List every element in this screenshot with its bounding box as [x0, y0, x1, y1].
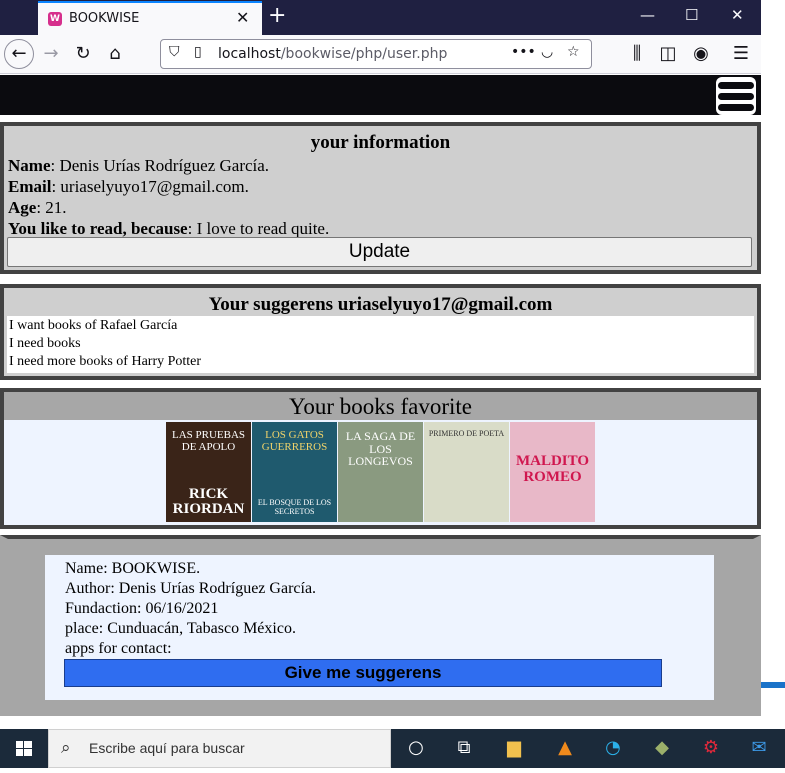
email-value: : uriaselyuyo17@gmail.com. [51, 177, 249, 196]
windows-logo-icon [16, 741, 32, 756]
pocket-icon[interactable]: ◡ [541, 44, 553, 60]
book-subtitle: EL BOSQUE DE LOS SECRETOS [257, 498, 332, 516]
age-value: : 21. [36, 198, 67, 217]
book-title: LAS PRUEBAS DE APOLO [171, 429, 246, 453]
forward-arrow-icon[interactable]: → [39, 42, 63, 66]
web-page: your information Name: Denis Urías Rodrí… [0, 75, 761, 729]
name-value: : Denis Urías Rodríguez García. [50, 156, 270, 175]
site-header [0, 75, 761, 115]
book-title: MALDITO ROMEO [515, 453, 590, 485]
user-information-panel: your information Name: Denis Urías Rodrí… [0, 122, 761, 274]
reason-value: : I love to read quite. [187, 219, 330, 238]
footer-place: place: Cunduacán, Tabasco México. [65, 620, 296, 637]
name-line: Name: Denis Urías Rodríguez García. [8, 156, 269, 176]
footer-apps: apps for contact: [65, 640, 172, 657]
book-author: RICK RIORDAN [172, 485, 245, 518]
back-arrow-icon[interactable]: ← [4, 39, 34, 69]
give-suggestions-button[interactable]: Give me suggerens [64, 659, 662, 687]
app-icon[interactable]: ⚙ [699, 737, 723, 759]
search-placeholder: Escribe aquí para buscar [89, 740, 245, 756]
info-title: your information [310, 132, 451, 153]
footer-name: Name: BOOKWISE. [65, 560, 201, 577]
age-label: Age [8, 198, 37, 217]
url-host: localhost [218, 46, 281, 62]
more-actions-icon[interactable]: ••• [511, 44, 536, 60]
reload-icon[interactable]: ↻ [71, 42, 95, 66]
book-title: PRIMERO DE POETA [428, 429, 505, 438]
game-icon[interactable]: ◆ [650, 737, 674, 759]
sidebar-icon[interactable]: ◫ [656, 42, 680, 66]
list-item: I need more books of Harry Potter [9, 354, 202, 369]
url-bar[interactable]: ⛉ ▯ localhost/bookwise/php/user.php ••• … [160, 39, 592, 69]
start-button[interactable] [0, 729, 48, 768]
favorites-header: Your books favorite [4, 392, 757, 420]
browser-tab-bar: W BOOKWISE ✕ + — ☐ ✕ [0, 0, 761, 35]
reason-label: You like to read, because [8, 219, 188, 238]
site-menu-button[interactable] [716, 77, 756, 115]
library-icon[interactable]: ⫼ [625, 42, 649, 66]
page-info-icon[interactable]: ▯ [194, 44, 202, 60]
close-tab-icon[interactable]: ✕ [236, 8, 249, 27]
vlc-icon[interactable]: ▲ [553, 737, 577, 759]
email-line: Email: uriaselyuyo17@gmail.com. [8, 177, 249, 197]
suggestions-panel: Your suggerens uriaselyuyo17@gmail.com I… [0, 284, 761, 380]
file-explorer-icon[interactable]: ▆ [502, 737, 526, 759]
cortana-icon[interactable]: ○ [404, 737, 428, 759]
window-close-icon[interactable]: ✕ [731, 6, 744, 24]
task-view-icon[interactable]: ⧉ [452, 737, 476, 759]
list-item: I want books of Rafael García [9, 318, 178, 333]
book-cover[interactable]: PRIMERO DE POETA [424, 422, 509, 522]
url-text: localhost/bookwise/php/user.php [218, 46, 447, 62]
bookwise-favicon-icon: W [48, 12, 62, 26]
browser-navigation-bar: ← → ↻ ⌂ ⛉ ▯ localhost/bookwise/php/user.… [0, 35, 761, 74]
windows-taskbar: ⌕ Escribe aquí para buscar ○ ⧉ ▆ ▲ ◔ ◆ ⚙… [0, 729, 785, 768]
book-title: LA SAGA DE LOS LONGEVOS [345, 429, 416, 469]
hamburger-menu-icon[interactable]: ☰ [729, 42, 753, 66]
book-cover[interactable]: LAS PRUEBAS DE APOLO RICK RIORDAN [166, 422, 251, 522]
footer-author: Author: Denis Urías Rodríguez García. [65, 580, 317, 597]
maximize-icon[interactable]: ☐ [685, 6, 698, 24]
browser-tab[interactable]: W BOOKWISE ✕ [38, 1, 262, 35]
minimize-icon[interactable]: — [640, 6, 655, 24]
favorite-books-panel: Your books favorite LAS PRUEBAS DE APOLO… [0, 388, 761, 529]
taskbar-search-input[interactable]: ⌕ Escribe aquí para buscar [48, 729, 391, 768]
suggestions-list: I want books of Rafael García I need boo… [7, 316, 754, 373]
bookmark-star-icon[interactable]: ☆ [567, 44, 580, 60]
background-window-accent [761, 682, 785, 688]
url-path: /bookwise/php/user.php [280, 46, 448, 62]
age-line: Age: 21. [8, 198, 67, 218]
update-button[interactable]: Update [7, 237, 752, 267]
new-tab-icon[interactable]: + [268, 3, 286, 28]
shield-icon[interactable]: ⛉ [169, 44, 180, 60]
book-cover[interactable]: MALDITO ROMEO [510, 422, 595, 522]
menu-bar-icon [718, 93, 754, 100]
account-icon[interactable]: ◉ [689, 42, 713, 66]
book-cover[interactable]: LOS GATOS GUERREROS EL BOSQUE DE LOS SEC… [252, 422, 337, 522]
book-title: LOS GATOS GUERREROS [261, 429, 328, 453]
search-icon: ⌕ [61, 738, 71, 758]
menu-bar-icon [718, 82, 754, 89]
mail-icon[interactable]: ✉ [747, 737, 771, 759]
edge-icon[interactable]: ◔ [601, 737, 625, 759]
name-label: Name [8, 156, 51, 175]
background-window-strip [761, 0, 785, 729]
reason-line: You like to read, because: I love to rea… [8, 219, 329, 239]
email-label: Email [8, 177, 52, 196]
home-icon[interactable]: ⌂ [103, 42, 127, 66]
tab-title: BOOKWISE [69, 11, 140, 26]
list-item: I need books [9, 336, 81, 351]
favorites-title: Your books favorite [289, 394, 472, 419]
book-cover[interactable]: LA SAGA DE LOS LONGEVOS [338, 422, 423, 522]
menu-bar-icon [718, 104, 754, 111]
footer-card: Name: BOOKWISE. Author: Denis Urías Rodr… [45, 555, 714, 700]
suggestions-title: Your suggerens uriaselyuyo17@gmail.com [208, 294, 553, 315]
footer-fundaction: Fundaction: 06/16/2021 [65, 600, 219, 617]
